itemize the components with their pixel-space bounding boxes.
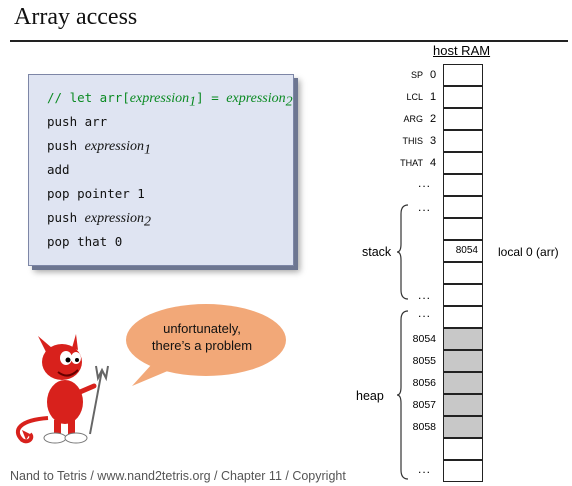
ram-cell-heap <box>443 438 483 460</box>
bubble-line-1: unfortunately, <box>163 321 241 336</box>
ram-cell-heap-array <box>443 394 483 416</box>
heap-address: 8057 <box>412 399 436 411</box>
register-index-2: 2 <box>430 113 437 125</box>
comment-expression-2-subscript: 2 <box>285 94 293 110</box>
heap-address: 8058 <box>412 421 436 433</box>
ellipsis: ... <box>418 200 432 214</box>
comment-expression-1: expression <box>129 91 190 106</box>
comment-expression-2: expression <box>226 91 286 106</box>
ram-cell-heap-array <box>443 328 483 350</box>
push-keyword: push <box>47 210 78 225</box>
code-line-pop-that: pop that 0 <box>47 234 123 249</box>
ram-cell-stack <box>443 218 483 240</box>
register-name-sp: SP <box>410 70 423 80</box>
expression-1: expression <box>84 139 144 154</box>
stack-label: stack <box>362 245 392 259</box>
code-line-push-arr: push arr <box>47 114 108 129</box>
ram-cell-lcl <box>443 86 483 108</box>
ellipsis: ... <box>418 462 432 476</box>
code-line-add: add <box>47 162 70 177</box>
ram-cell-stack <box>443 284 483 306</box>
heap-address: 8054 <box>412 333 436 345</box>
heap-address: 8056 <box>412 377 436 389</box>
bubble-line-2: there’s a problem <box>151 338 253 353</box>
heap-label: heap <box>356 389 384 403</box>
code-line-push-expression-2: push expression2 <box>47 210 151 231</box>
ram-cell-heap-array <box>443 372 483 394</box>
ram-cell-stack <box>443 196 483 218</box>
register-index-0: 0 <box>430 69 437 81</box>
code-line-push-expression-1: push expression1 <box>47 138 151 159</box>
expression-2-subscript: 2 <box>144 214 151 230</box>
ram-cell-stack <box>443 262 483 284</box>
heap-address: 8055 <box>412 355 436 367</box>
register-index-1: 1 <box>430 91 437 103</box>
slide-title: Array access <box>14 4 138 30</box>
ellipsis: ... <box>418 306 432 320</box>
ram-cell-heap <box>443 460 483 482</box>
comment-mid: ] = <box>196 90 227 105</box>
ram-cell-sp <box>443 64 483 86</box>
ram-cell-heap-array <box>443 350 483 372</box>
register-name-this: THIS <box>402 136 423 146</box>
ram-cell-that <box>443 152 483 174</box>
title-divider <box>10 40 568 42</box>
expression-2: expression <box>84 211 144 226</box>
register-index-4: 4 <box>430 157 437 169</box>
code-box: // let arr[expression1] = expression2 pu… <box>28 74 294 266</box>
speech-bubble-text: unfortunately, there’s a problem <box>140 320 264 354</box>
ram-cell-heap-array <box>443 416 483 438</box>
ram-header: host RAM <box>433 43 491 58</box>
ellipsis: ... <box>418 288 432 302</box>
ram-cell-stack-local: 8054 <box>443 240 483 262</box>
register-name-arg: ARG <box>403 114 423 124</box>
local-0-label: local 0 (arr) <box>498 245 559 259</box>
code-comment-line: // let arr[expression1] = expression2 <box>47 90 293 111</box>
comment-prefix: // let arr[ <box>47 90 130 105</box>
ram-cell-this <box>443 130 483 152</box>
ram-cell-gap <box>443 174 483 196</box>
ram-cell-arg <box>443 108 483 130</box>
footer-credit: Nand to Tetris / www.nand2tetris.org / C… <box>10 469 346 483</box>
stack-brace <box>396 204 409 300</box>
register-name-lcl: LCL <box>406 92 423 102</box>
expression-1-subscript: 1 <box>144 142 151 158</box>
register-index-3: 3 <box>430 135 437 147</box>
register-name-that: THAT <box>400 158 423 168</box>
ram-cell-heap <box>443 306 483 328</box>
ellipsis: ... <box>418 176 432 190</box>
code-line-pop-pointer: pop pointer 1 <box>47 186 145 201</box>
push-keyword: push <box>47 138 78 153</box>
